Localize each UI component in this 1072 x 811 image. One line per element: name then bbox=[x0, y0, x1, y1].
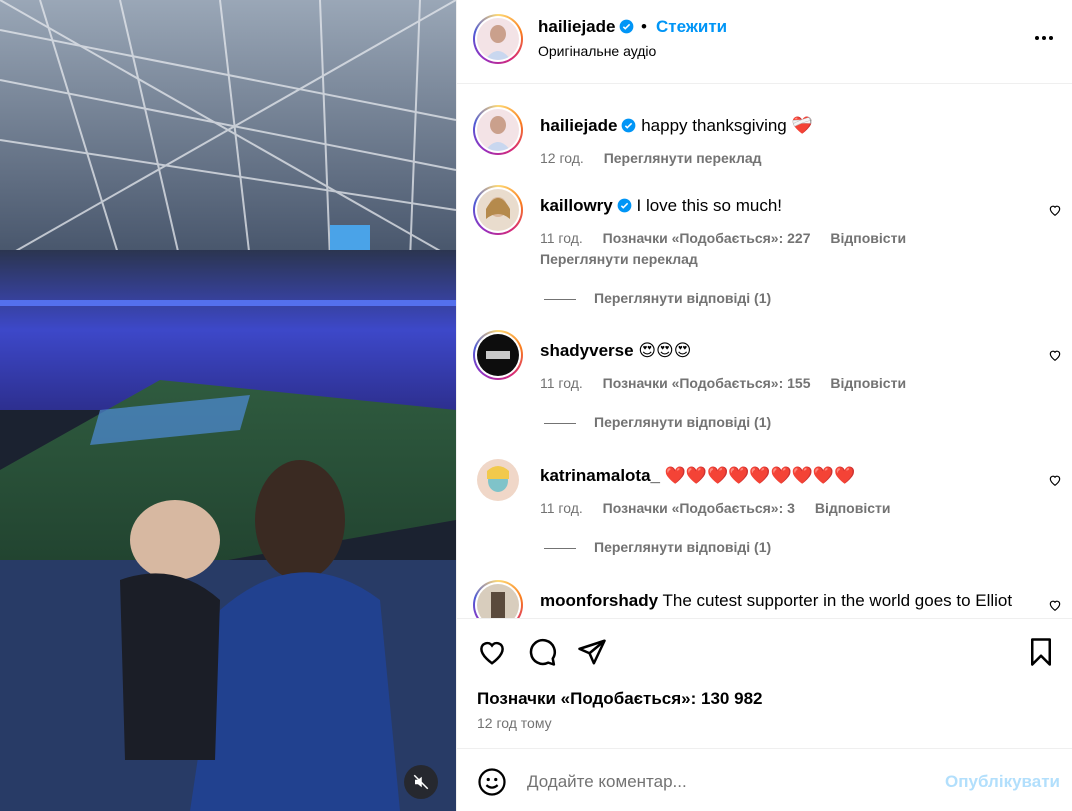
bookmark-icon[interactable] bbox=[1026, 637, 1056, 667]
comment-username[interactable]: katrinamalota_ bbox=[540, 466, 660, 485]
post-header: hailiejade • Стежити Оригінальне аудіо bbox=[457, 0, 1072, 84]
reply-button[interactable]: Відповісти bbox=[815, 500, 891, 516]
separator-dot: • bbox=[641, 17, 647, 36]
comment-avatar[interactable] bbox=[473, 330, 523, 380]
share-icon[interactable] bbox=[577, 637, 607, 667]
post-timestamp: 12 год тому bbox=[477, 715, 552, 731]
verified-badge-icon bbox=[620, 19, 634, 34]
avatar-image bbox=[477, 334, 519, 376]
comment-likes-link[interactable]: Позначки «Подобається»: 3 bbox=[603, 500, 795, 516]
avatar-image bbox=[477, 18, 519, 60]
comment-avatar[interactable] bbox=[473, 580, 523, 618]
replies-divider bbox=[544, 298, 576, 300]
comment-likes-link[interactable]: Позначки «Подобається»: 227 bbox=[603, 230, 811, 246]
avatar-image bbox=[477, 189, 519, 231]
comments-list[interactable]: hailiejade happy thanksgiving ❤️‍🩹 12 го… bbox=[457, 85, 1072, 618]
post-details-panel: hailiejade • Стежити Оригінальне аудіо h… bbox=[456, 0, 1072, 811]
caption-time: 12 год. bbox=[540, 150, 584, 166]
comment-time: 11 год. bbox=[540, 500, 583, 516]
caption-username[interactable]: hailiejade bbox=[540, 116, 617, 135]
comment-text: The cutest supporter in the world goes t… bbox=[662, 591, 1013, 610]
view-replies-button[interactable]: Переглянути відповіді (1) bbox=[544, 414, 771, 430]
avatar-image bbox=[477, 109, 519, 151]
caption-avatar[interactable] bbox=[473, 105, 523, 155]
reply-button[interactable]: Відповісти bbox=[830, 375, 906, 391]
view-translation-link[interactable]: Переглянути переклад bbox=[604, 150, 762, 166]
replies-divider bbox=[544, 422, 576, 424]
comment-text: ❤️❤️❤️❤️❤️❤️❤️❤️❤️ bbox=[664, 466, 856, 485]
comment-username[interactable]: moonforshady bbox=[540, 591, 658, 610]
instagram-post-view: hailiejade • Стежити Оригінальне аудіо h… bbox=[0, 0, 1072, 811]
verified-badge-icon bbox=[622, 118, 636, 133]
more-options-icon[interactable] bbox=[1032, 26, 1056, 50]
comment-icon[interactable] bbox=[527, 637, 557, 667]
comment-text: 😍😍😍 bbox=[638, 341, 692, 360]
heart-icon[interactable] bbox=[1048, 348, 1062, 362]
comment-likes-link[interactable]: Позначки «Подобається»: 155 bbox=[603, 375, 811, 391]
verified-badge-icon bbox=[617, 198, 632, 213]
reply-button[interactable]: Відповісти bbox=[830, 230, 906, 246]
author-username[interactable]: hailiejade bbox=[538, 17, 634, 37]
comment-time: 11 год. bbox=[540, 230, 583, 246]
emoji-icon[interactable] bbox=[477, 767, 507, 797]
heart-icon[interactable] bbox=[477, 637, 507, 667]
avatar-image bbox=[477, 459, 519, 501]
post-comment-button[interactable]: Опублікувати bbox=[945, 772, 1060, 792]
author-avatar[interactable] bbox=[473, 14, 523, 64]
post-video[interactable] bbox=[0, 0, 456, 811]
sound-off-icon bbox=[413, 774, 429, 790]
comment-text: I love this so much! bbox=[636, 196, 783, 215]
comment-time: 11 год. bbox=[540, 375, 583, 391]
comment-username[interactable]: shadyverse bbox=[540, 341, 634, 360]
stadium-video-frame bbox=[0, 0, 456, 811]
follow-button[interactable]: Стежити bbox=[656, 17, 727, 37]
heart-icon[interactable] bbox=[1048, 473, 1062, 487]
view-replies-button[interactable]: Переглянути відповіді (1) bbox=[544, 290, 771, 306]
replies-divider bbox=[544, 547, 576, 549]
comment-username[interactable]: kaillowry bbox=[540, 196, 613, 215]
comment-composer: Опублікувати bbox=[457, 748, 1072, 811]
caption-emoji: ❤️‍🩹 bbox=[791, 116, 813, 135]
avatar-image bbox=[477, 584, 519, 618]
comment-avatar[interactable] bbox=[473, 185, 523, 235]
mute-button[interactable] bbox=[404, 765, 438, 799]
view-replies-button[interactable]: Переглянути відповіді (1) bbox=[544, 539, 771, 555]
view-translation-link[interactable]: Переглянути переклад bbox=[540, 251, 698, 267]
heart-icon[interactable] bbox=[1048, 598, 1062, 612]
post-actions: Позначки «Подобається»: 130 982 12 год т… bbox=[457, 618, 1072, 748]
comment-input[interactable] bbox=[527, 769, 927, 795]
original-audio-link[interactable]: Оригінальне аудіо bbox=[538, 43, 656, 59]
post-likes-count[interactable]: Позначки «Подобається»: 130 982 bbox=[477, 689, 762, 709]
heart-icon[interactable] bbox=[1048, 203, 1062, 217]
comment-avatar[interactable] bbox=[473, 455, 523, 505]
caption-text: happy thanksgiving bbox=[641, 116, 787, 135]
